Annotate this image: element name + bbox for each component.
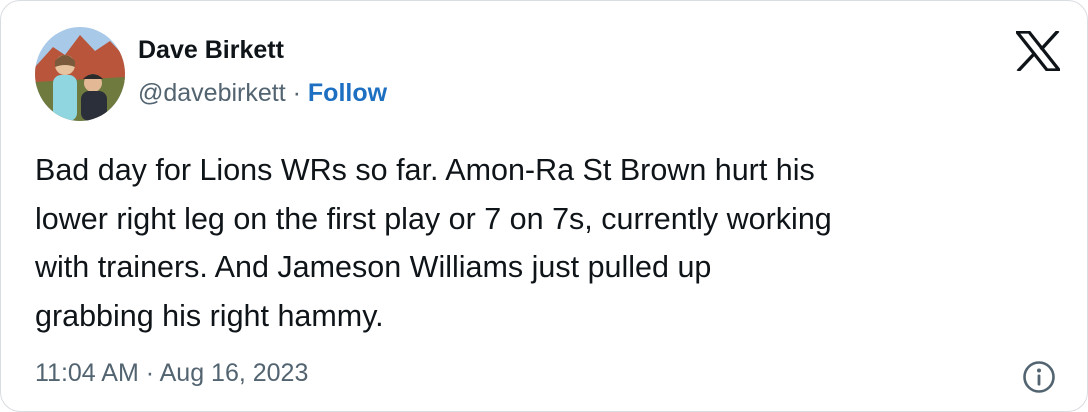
tweet-card: Dave Birkett @davebirkett · Follow Bad d…: [0, 0, 1088, 412]
follow-button[interactable]: Follow: [308, 79, 387, 107]
meta-separator: ·: [292, 79, 308, 107]
author-meta: @davebirkett · Follow: [138, 79, 387, 108]
tweet-text: Bad day for Lions WRs so far. Amon-Ra St…: [35, 146, 1075, 340]
author-avatar[interactable]: [35, 27, 125, 121]
tweet-text-line: grabbing his right hammy.: [35, 298, 384, 333]
author-handle[interactable]: @davebirkett: [138, 79, 286, 107]
info-icon[interactable]: [1022, 360, 1056, 394]
tweet-text-line: lower right leg on the first play or 7 o…: [35, 201, 832, 236]
tweet-timestamp[interactable]: 11:04 AM · Aug 16, 2023: [35, 359, 308, 388]
avatar-photo-icon: [35, 27, 125, 121]
x-logo-icon[interactable]: [1016, 31, 1060, 71]
tweet-text-line: Bad day for Lions WRs so far. Amon-Ra St…: [35, 153, 815, 187]
tweet-text-line: with trainers. And Jameson Williams just…: [35, 250, 712, 284]
author-name[interactable]: Dave Birkett: [138, 36, 284, 65]
